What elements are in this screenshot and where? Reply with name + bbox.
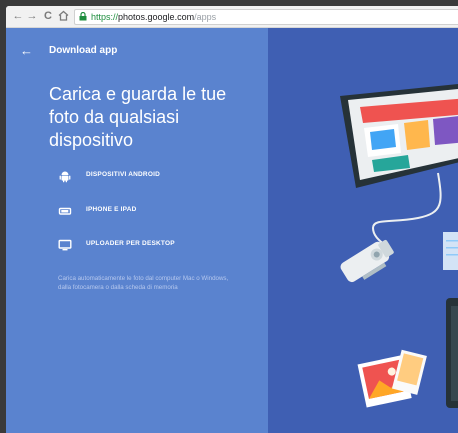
option-desktop-label: UPLOADER PER DESKTOP: [86, 240, 175, 247]
headline: Carica e guarda le tue foto da qualsiasi…: [49, 84, 227, 150]
usb-cable: [371, 172, 442, 247]
url-path: /apps: [194, 12, 217, 22]
page-content: ← Download app Carica e guarda le tue fo…: [6, 28, 458, 433]
android-icon: [59, 171, 71, 183]
browser-toolbar: ← → C https://photos.google.com/apps: [6, 6, 458, 28]
url-text: https://photos.google.com/apps: [91, 11, 216, 23]
screen-frame: ← → C https://photos.google.com/apps ← D…: [0, 0, 458, 433]
back-arrow-icon[interactable]: ←: [12, 10, 24, 22]
right-panel: [268, 28, 458, 433]
iphone-icon: [58, 207, 72, 215]
arrow-left-icon[interactable]: ←: [20, 44, 33, 58]
desktop-icon: [58, 239, 72, 251]
usb-plug-illustration: [340, 239, 394, 283]
tablet-illustration: [340, 84, 458, 188]
url-host: photos.google.com: [118, 12, 195, 22]
browser-window: ← → C https://photos.google.com/apps ← D…: [6, 6, 458, 433]
desktop-description: Carica automaticamente le foto dal compu…: [58, 275, 229, 291]
document-card: [443, 232, 458, 270]
home-icon[interactable]: [57, 10, 69, 22]
reload-icon[interactable]: C: [42, 10, 54, 22]
left-panel: ← Download app Carica e guarda le tue fo…: [6, 28, 268, 433]
option-android-label: DISPOSITIVI ANDROID: [86, 171, 160, 178]
forward-arrow-icon[interactable]: →: [26, 10, 38, 22]
devices-illustration: [340, 84, 458, 408]
lock-icon: [79, 12, 87, 21]
laptop-illustration: [446, 298, 458, 408]
address-bar[interactable]: https://photos.google.com/apps: [74, 9, 458, 25]
url-scheme: https://: [91, 12, 119, 22]
page-title: Download app: [49, 45, 118, 56]
option-iphone-label: IPHONE E IPAD: [86, 206, 137, 213]
